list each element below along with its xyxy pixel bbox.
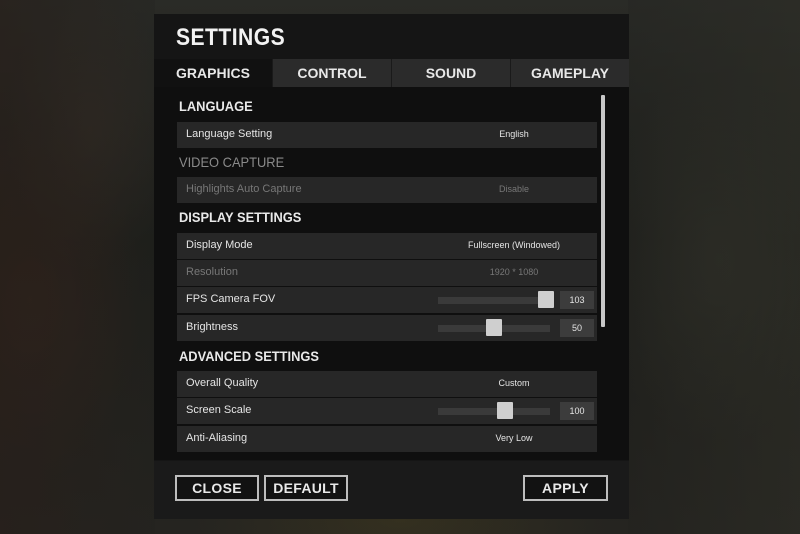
- row-label: FPS Camera FOV: [186, 293, 276, 305]
- row-label: Anti-Aliasing: [186, 432, 248, 444]
- tab-gameplay[interactable]: GAMEPLAY: [510, 59, 629, 87]
- scrollbar[interactable]: [601, 95, 605, 327]
- row-label: Highlights Auto Capture: [186, 183, 302, 195]
- row-language-setting[interactable]: Language Setting English: [177, 122, 597, 148]
- fov-slider-thumb[interactable]: [537, 291, 554, 308]
- row-label: Display Mode: [186, 239, 253, 251]
- fov-slider-track[interactable]: [438, 297, 550, 304]
- row-screen-scale: Screen Scale 100: [177, 398, 597, 424]
- close-button[interactable]: CLOSE: [175, 475, 259, 501]
- tab-graphics[interactable]: GRAPHICS: [154, 59, 272, 87]
- page-title: SETTINGS: [176, 24, 286, 51]
- row-display-mode[interactable]: Display Mode Fullscreen (Windowed): [177, 233, 597, 259]
- settings-panel: SETTINGS GRAPHICS CONTROL SOUND GAMEPLAY…: [154, 14, 629, 519]
- brightness-value-box[interactable]: 50: [560, 319, 594, 337]
- row-label: Overall Quality: [186, 377, 259, 389]
- screen-scale-value-box[interactable]: 100: [560, 402, 594, 420]
- screen-scale-slider-thumb[interactable]: [497, 402, 514, 419]
- fov-value-box[interactable]: 103: [560, 291, 594, 309]
- row-value: 1920 * 1080: [489, 267, 539, 277]
- apply-button[interactable]: APPLY: [523, 475, 608, 501]
- row-value[interactable]: Fullscreen (Windowed): [434, 240, 594, 250]
- section-advanced-settings: ADVANCED SETTINGS: [179, 348, 320, 364]
- row-value[interactable]: Custom: [434, 378, 594, 388]
- row-label: Brightness: [186, 321, 238, 333]
- row-fps-camera-fov: FPS Camera FOV 103: [177, 287, 597, 313]
- background-right: [628, 0, 800, 534]
- tab-bar: GRAPHICS CONTROL SOUND GAMEPLAY: [154, 59, 629, 87]
- footer-bar: CLOSE DEFAULT APPLY: [154, 461, 629, 519]
- row-overall-quality[interactable]: Overall Quality Custom: [177, 371, 597, 397]
- row-resolution: Resolution 1920 * 1080: [177, 260, 597, 286]
- row-label: Screen Scale: [186, 404, 252, 416]
- row-label: Resolution: [186, 266, 238, 278]
- row-value[interactable]: Very Low: [434, 433, 594, 443]
- row-highlights-auto-capture: Highlights Auto Capture Disable: [177, 177, 597, 203]
- row-value[interactable]: English: [434, 129, 594, 139]
- screen-scale-slider-track[interactable]: [438, 408, 550, 415]
- tab-sound[interactable]: SOUND: [391, 59, 510, 87]
- section-language: LANGUAGE: [179, 98, 253, 114]
- section-video-capture: VIDEO CAPTURE: [179, 154, 285, 170]
- row-anti-aliasing[interactable]: Anti-Aliasing Very Low: [177, 426, 597, 452]
- brightness-slider-thumb[interactable]: [486, 319, 502, 336]
- section-display-settings: DISPLAY SETTINGS: [179, 209, 302, 225]
- row-brightness: Brightness 50: [177, 315, 597, 341]
- background-left: [0, 0, 155, 534]
- row-value: Disable: [498, 184, 529, 194]
- default-button[interactable]: DEFAULT: [264, 475, 348, 501]
- settings-list: LANGUAGE Language Setting English VIDEO …: [154, 87, 629, 460]
- tab-control[interactable]: CONTROL: [272, 59, 391, 87]
- row-label: Language Setting: [186, 128, 273, 140]
